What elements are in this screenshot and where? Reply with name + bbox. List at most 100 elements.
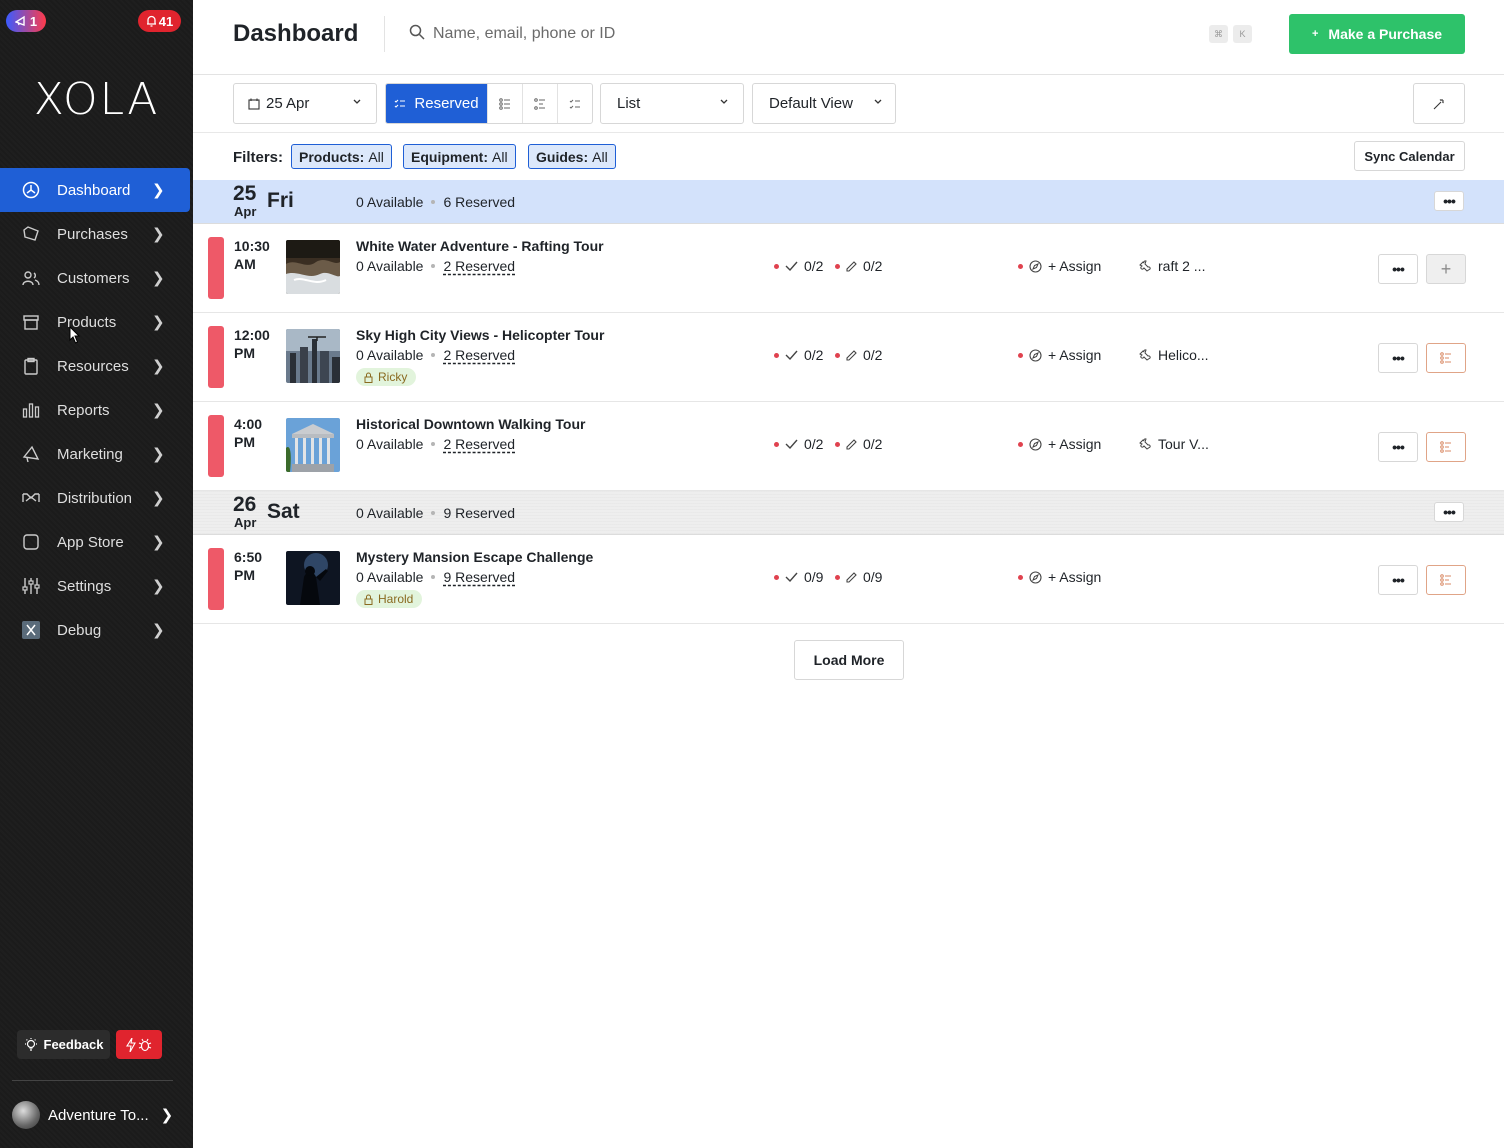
resource-assignment[interactable]: Helico...: [1138, 347, 1209, 363]
check-icon: [785, 439, 798, 449]
event-more-button[interactable]: •••: [1378, 343, 1418, 373]
sidebar-item-dashboard[interactable]: Dashboard ❯: [0, 168, 190, 212]
alerts-badge[interactable]: 41: [138, 10, 181, 32]
sidebar-item-marketing[interactable]: Marketing ❯: [0, 432, 193, 476]
sync-calendar-button[interactable]: Sync Calendar: [1354, 141, 1465, 171]
report-bug-button[interactable]: [116, 1030, 162, 1059]
event-reserved-link[interactable]: 2 Reserved: [443, 258, 515, 274]
layout-select[interactable]: List: [600, 83, 744, 124]
search-input[interactable]: [433, 20, 1133, 48]
sidebar: 1 41 XOLA Dashboard ❯ Purchases ❯ Custom…: [0, 0, 193, 1148]
day-more-button[interactable]: •••: [1434, 502, 1464, 522]
add-booking-button[interactable]: +: [1426, 254, 1466, 284]
dot-separator: [431, 200, 436, 204]
assign-guide-button[interactable]: + Assign: [1018, 569, 1101, 585]
sidebar-item-resources[interactable]: Resources ❯: [0, 344, 193, 388]
checkin-status[interactable]: 0/2: [774, 436, 823, 452]
day-reserved: 6 Reserved: [443, 194, 516, 210]
account-switcher[interactable]: Adventure To... ❯: [12, 1101, 173, 1129]
sidebar-divider: [12, 1080, 173, 1081]
sliders-icon: [22, 577, 40, 595]
event-reserved-link[interactable]: 9 Reserved: [443, 569, 515, 585]
event-reserved-link[interactable]: 2 Reserved: [443, 436, 515, 452]
event-reserved-link[interactable]: 2 Reserved: [443, 347, 515, 363]
sidebar-item-label: Dashboard: [57, 181, 131, 199]
assign-guide-button[interactable]: + Assign: [1018, 347, 1101, 363]
event-title[interactable]: White Water Adventure - Rafting Tour: [356, 238, 604, 254]
equipment-filter-chip[interactable]: Equipment: All: [403, 144, 516, 169]
waiver-status[interactable]: 0/2: [835, 436, 882, 452]
checkin-status[interactable]: 0/9: [774, 569, 823, 585]
bar-chart-icon: [22, 401, 40, 419]
day-stats: 0 Available 6 Reserved: [356, 194, 515, 210]
checkin-count: 0/2: [804, 436, 824, 452]
event-row[interactable]: 10:30 AM White Water Adventure - Rafting…: [193, 224, 1504, 313]
sidebar-item-debug[interactable]: Debug ❯: [0, 608, 193, 652]
view-select[interactable]: Default View: [752, 83, 896, 124]
day-more-button[interactable]: •••: [1434, 191, 1464, 211]
sidebar-item-app-store[interactable]: App Store ❯: [0, 520, 193, 564]
waiver-status[interactable]: 0/9: [835, 569, 882, 585]
sidebar-item-distribution[interactable]: Distribution ❯: [0, 476, 193, 520]
checkin-status[interactable]: 0/2: [774, 347, 823, 363]
all-mode-button[interactable]: [522, 84, 557, 123]
checkin-count: 0/2: [804, 347, 824, 363]
manifest-button[interactable]: [1426, 432, 1466, 462]
load-more-button[interactable]: Load More: [794, 640, 904, 680]
lock-icon: [364, 594, 373, 605]
available-mode-button[interactable]: [487, 84, 522, 123]
event-title[interactable]: Historical Downtown Walking Tour: [356, 416, 585, 432]
event-more-button[interactable]: •••: [1378, 432, 1418, 462]
reserved-mode-button[interactable]: Reserved: [386, 84, 487, 123]
waiver-status[interactable]: 0/2: [835, 258, 882, 274]
day-reserved: 9 Reserved: [443, 505, 516, 521]
event-more-button[interactable]: •••: [1378, 565, 1418, 595]
alert-dot: [835, 352, 840, 358]
guides-filter-chip[interactable]: Guides: All: [528, 144, 616, 169]
sidebar-item-reports[interactable]: Reports ❯: [0, 388, 193, 432]
event-stats: 0 Available 2 Reserved: [356, 436, 515, 452]
sidebar-item-purchases[interactable]: Purchases ❯: [0, 212, 193, 256]
assign-guide-button[interactable]: + Assign: [1018, 258, 1101, 274]
sidebar-item-label: Marketing: [57, 445, 123, 463]
assign-guide-button[interactable]: + Assign: [1018, 436, 1101, 452]
dot-separator: [431, 511, 436, 515]
sidebar-item-settings[interactable]: Settings ❯: [0, 564, 193, 608]
sidebar-item-label: Debug: [57, 621, 102, 639]
ellipsis-icon: •••: [1392, 350, 1405, 366]
resource-assignment[interactable]: Tour V...: [1138, 436, 1209, 452]
event-row[interactable]: 12:00 PM Sky High City Views - Helicopte…: [193, 313, 1504, 402]
make-a-purchase-button[interactable]: + Make a Purchase: [1289, 14, 1465, 54]
event-row[interactable]: 6:50 PM Mystery Mansion Escape Challenge…: [193, 535, 1504, 624]
checkin-status[interactable]: 0/2: [774, 258, 823, 274]
magic-wand-button[interactable]: [1413, 83, 1465, 124]
dot-separator: [431, 264, 436, 268]
sidebar-item-products[interactable]: Products ❯: [0, 300, 193, 344]
feedback-button[interactable]: Feedback: [17, 1030, 110, 1059]
megaphone-notifications-badge[interactable]: 1: [6, 10, 46, 32]
event-row[interactable]: 4:00 PM Historical Downtown Walking Tour…: [193, 402, 1504, 491]
divider: [384, 16, 385, 52]
manifest-button[interactable]: [1426, 343, 1466, 373]
handshake-icon: [22, 489, 40, 507]
manifest-button[interactable]: [1426, 565, 1466, 595]
chevron-right-icon: ❯: [152, 446, 165, 463]
dashboard-icon: [22, 181, 40, 199]
guide-tag[interactable]: Harold: [356, 590, 423, 608]
guide-tag[interactable]: Ricky: [356, 368, 417, 386]
event-title[interactable]: Mystery Mansion Escape Challenge: [356, 549, 593, 565]
dot-separator: [431, 575, 436, 579]
alert-dot: [835, 263, 840, 269]
products-filter-chip[interactable]: Products: All: [291, 144, 392, 169]
xola-logo[interactable]: XOLA: [0, 74, 193, 125]
event-more-button[interactable]: •••: [1378, 254, 1418, 284]
compact-mode-button[interactable]: [557, 84, 592, 123]
waiver-status[interactable]: 0/2: [835, 347, 882, 363]
sidebar-nav: Dashboard ❯ Purchases ❯ Customers ❯ Prod…: [0, 168, 193, 652]
assign-label: + Assign: [1048, 258, 1102, 274]
event-title[interactable]: Sky High City Views - Helicopter Tour: [356, 327, 604, 343]
date-picker[interactable]: 25 Apr: [233, 83, 377, 124]
sidebar-item-customers[interactable]: Customers ❯: [0, 256, 193, 300]
resource-assignment[interactable]: raft 2 ...: [1138, 258, 1205, 274]
guide-name: Harold: [378, 592, 414, 606]
